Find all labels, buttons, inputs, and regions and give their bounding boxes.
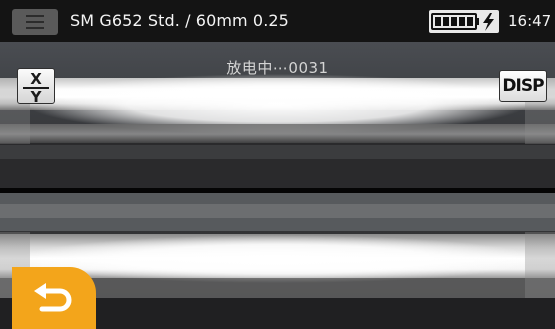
menu-button[interactable] <box>12 9 58 35</box>
xy-button-y-label: Y <box>30 88 42 106</box>
clock: 16:47 <box>508 12 552 30</box>
back-button[interactable] <box>12 267 96 329</box>
xy-button-x-label: X <box>30 70 42 88</box>
hamburger-menu-icon <box>26 15 44 17</box>
return-arrow-icon <box>34 283 72 312</box>
xy-view-toggle-button[interactable]: X Y <box>17 68 55 106</box>
splice-camera-view: 放电中⋯0031 X Y DISP <box>0 42 555 329</box>
status-bar: SM G652 Std. / 60mm 0.25 16:47 <box>0 0 555 42</box>
battery-indicator <box>429 10 499 33</box>
lightning-bolt-icon <box>483 13 494 31</box>
display-mode-button[interactable]: DISP <box>499 70 547 102</box>
arc-discharge-status: 放电中⋯0031 <box>226 59 329 77</box>
splice-program-title: SM G652 Std. / 60mm 0.25 <box>70 11 289 30</box>
battery-full-icon <box>431 13 479 30</box>
